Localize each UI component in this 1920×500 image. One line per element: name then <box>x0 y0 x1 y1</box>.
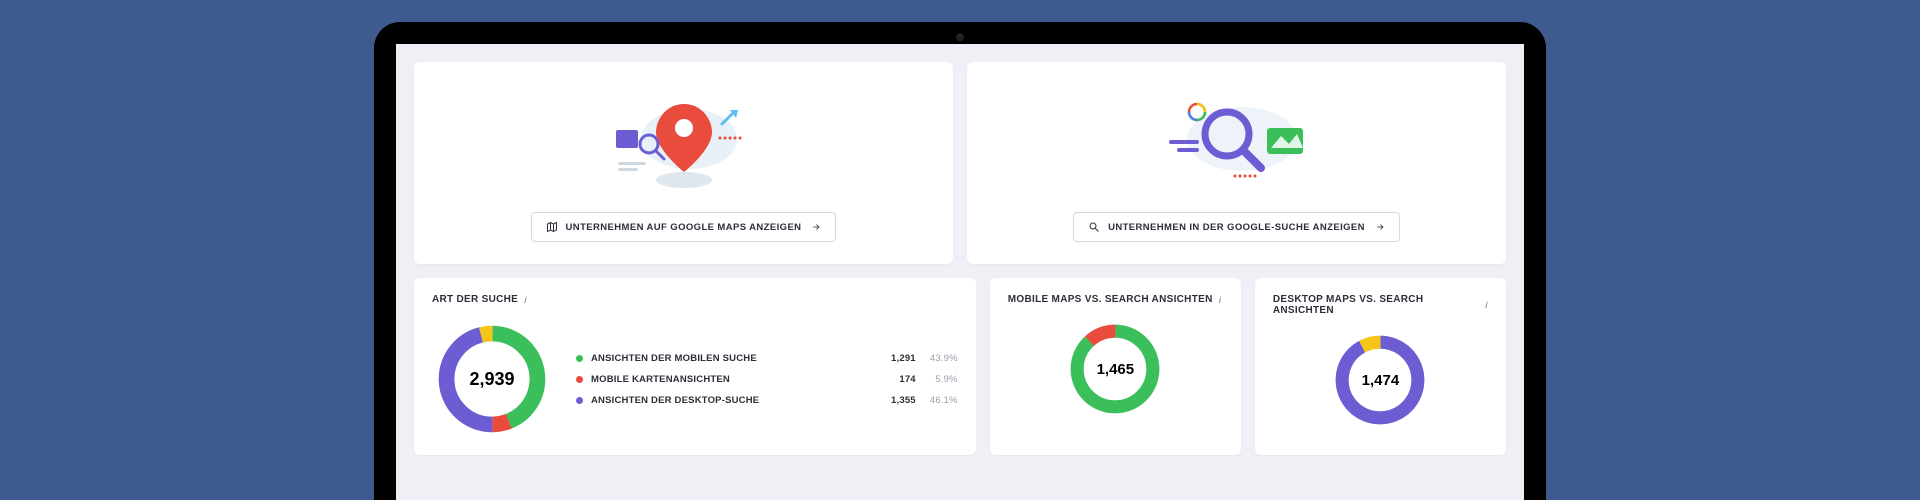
legend-value: 1,291 <box>868 353 916 364</box>
charts-row: ART DER SUCHE i 2,939 <box>414 278 1506 455</box>
cta-label: UNTERNEHMEN AUF GOOGLE MAPS ANZEIGEN <box>566 222 802 233</box>
show-on-maps-button[interactable]: UNTERNEHMEN AUF GOOGLE MAPS ANZEIGEN <box>531 212 837 242</box>
maps-illustration-svg <box>594 84 774 194</box>
donut-chart-desktop: 1,474 <box>1330 330 1430 430</box>
donut-total: 1,474 <box>1330 330 1430 430</box>
donut-total: 2,939 <box>432 319 552 439</box>
info-icon[interactable]: i <box>1219 295 1222 305</box>
title-text: DESKTOP MAPS VS. SEARCH ANSICHTEN <box>1273 294 1479 316</box>
legend-pct: 5.9% <box>916 374 958 385</box>
legend-label: ANSICHTEN DER MOBILEN SUCHE <box>591 353 868 364</box>
info-icon[interactable]: i <box>1485 300 1488 310</box>
legend-row: ANSICHTEN DER DESKTOP-SUCHE 1,355 46.1% <box>576 395 958 406</box>
legend-value: 174 <box>868 374 916 385</box>
donut-chart-mobile: 1,465 <box>1065 319 1165 419</box>
title-text: MOBILE MAPS VS. SEARCH ANSICHTEN <box>1008 294 1213 305</box>
card-art-der-suche: ART DER SUCHE i 2,939 <box>414 278 976 455</box>
legend-label: ANSICHTEN DER DESKTOP-SUCHE <box>591 395 868 406</box>
swatch-icon <box>576 355 583 362</box>
donut-row: 2,939 ANSICHTEN DER MOBILEN SUCHE 1,291 … <box>432 319 958 439</box>
hero-row: UNTERNEHMEN AUF GOOGLE MAPS ANZEIGEN <box>414 62 1506 264</box>
cta-label: UNTERNEHMEN IN DER GOOGLE-SUCHE ANZEIGEN <box>1108 222 1365 233</box>
title-text: ART DER SUCHE <box>432 294 518 305</box>
legend-pct: 43.9% <box>916 353 958 364</box>
info-icon[interactable]: i <box>524 295 527 305</box>
donut-chart-total: 2,939 <box>432 319 552 439</box>
legend-row: MOBILE KARTENANSICHTEN 174 5.9% <box>576 374 958 385</box>
card-mobile-vs: MOBILE MAPS VS. SEARCH ANSICHTEN i 1,465 <box>990 278 1241 455</box>
swatch-icon <box>576 376 583 383</box>
hero-card-search: UNTERNEHMEN IN DER GOOGLE-SUCHE ANZEIGEN <box>967 62 1506 264</box>
camera-dot <box>956 33 964 41</box>
hero-card-maps: UNTERNEHMEN AUF GOOGLE MAPS ANZEIGEN <box>414 62 953 264</box>
maps-illustration <box>436 84 931 194</box>
donut-total: 1,465 <box>1065 319 1165 419</box>
search-illustration-svg <box>1137 84 1337 194</box>
laptop-frame: UNTERNEHMEN AUF GOOGLE MAPS ANZEIGEN <box>374 22 1546 500</box>
card-desktop-vs: DESKTOP MAPS VS. SEARCH ANSICHTEN i 1,47… <box>1255 278 1506 455</box>
search-icon <box>1088 221 1100 233</box>
legend-label: MOBILE KARTENANSICHTEN <box>591 374 868 385</box>
show-on-search-button[interactable]: UNTERNEHMEN IN DER GOOGLE-SUCHE ANZEIGEN <box>1073 212 1400 242</box>
section-title: MOBILE MAPS VS. SEARCH ANSICHTEN i <box>1008 294 1223 305</box>
swatch-icon <box>576 397 583 404</box>
legend: ANSICHTEN DER MOBILEN SUCHE 1,291 43.9% … <box>576 353 958 406</box>
legend-pct: 46.1% <box>916 395 958 406</box>
section-title: ART DER SUCHE i <box>432 294 958 305</box>
section-title: DESKTOP MAPS VS. SEARCH ANSICHTEN i <box>1273 294 1488 316</box>
legend-row: ANSICHTEN DER MOBILEN SUCHE 1,291 43.9% <box>576 353 958 364</box>
dashboard-screen: UNTERNEHMEN AUF GOOGLE MAPS ANZEIGEN <box>396 44 1524 500</box>
legend-value: 1,355 <box>868 395 916 406</box>
map-icon <box>546 221 558 233</box>
arrow-right-icon <box>811 222 821 232</box>
search-illustration <box>989 84 1484 194</box>
arrow-right-icon <box>1375 222 1385 232</box>
